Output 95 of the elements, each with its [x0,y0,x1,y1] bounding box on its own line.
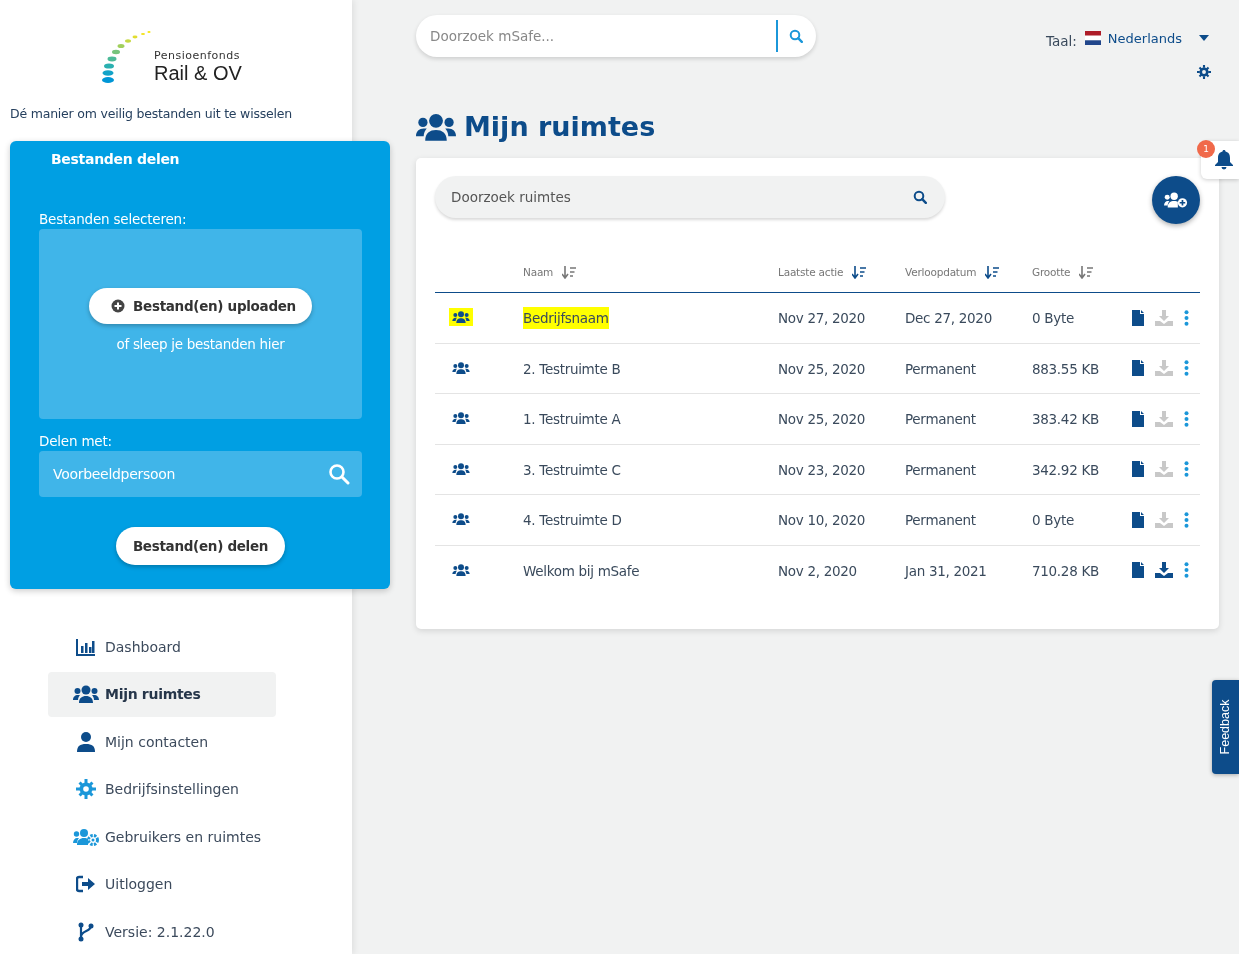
language-label: Taal: [1045,33,1077,49]
sort-down-icon[interactable] [985,265,1000,279]
column-header[interactable]: Laatste actie [778,266,844,278]
table-cell-text: 0 Byte [1032,309,1074,329]
table-cell-text: Nov 23, 2020 [778,460,866,480]
file-icon[interactable] [1132,461,1144,478]
space-name-link[interactable]: 3. Testruimte C [523,458,621,481]
sort-alpha-icon[interactable] [562,265,577,279]
bar-chart-icon [76,637,96,656]
notification-badge: 1 [1197,140,1215,158]
table-cell-text: Nov 10, 2020 [778,511,866,531]
file-icon[interactable] [1132,309,1144,326]
table-cell-text: 383.42 KB [1032,410,1099,430]
users-icon [452,361,470,374]
users-plus-icon [1164,191,1188,209]
nav-item[interactable]: Versie: 2.1.22.0 [48,909,276,954]
search-icon [328,463,350,485]
tagline: Dé manier om veilig bestanden uit te wisselen [10,106,293,121]
table-cell-text: 710.28 KB [1032,561,1099,581]
user-icon [77,731,95,752]
page-title: Mijn ruimtes [464,111,656,142]
table-cell-text: Jan 31, 2021 [905,561,987,581]
table-cell-text: Dec 27, 2020 [905,309,992,329]
file-icon[interactable] [1132,410,1144,427]
table-cell-text: Permanent [905,410,976,430]
upload-button[interactable]: Bestand(en) uploaden [89,288,312,324]
logo-icon [100,28,152,86]
column-header[interactable]: Grootte [1032,266,1071,278]
users-icon [452,462,470,475]
file-icon[interactable] [1132,562,1144,579]
more-icon[interactable] [1184,309,1189,326]
share-with-field[interactable]: Voorbeeldpersoon [39,451,362,497]
caret-icon [1199,35,1209,41]
more-icon[interactable] [1184,562,1189,579]
table-cell-text: Nov 25, 2020 [778,359,866,379]
more-icon[interactable] [1184,360,1189,377]
nav-item[interactable]: Uitloggen [48,862,276,907]
users-icon [452,513,470,526]
language-dropdown[interactable]: Nederlands [1084,30,1209,46]
drop-hint: of sleep je bestanden hier [116,336,285,352]
table-cell-text: Nov 2, 2020 [778,561,857,581]
panel-title: Bestanden delen [51,151,181,167]
settings-icon[interactable] [1197,65,1211,79]
table-cell-text: Nov 25, 2020 [778,410,866,430]
feedback-tab[interactable]: Feedback [1212,680,1239,774]
sort-up-icon[interactable] [852,265,867,279]
space-name-link[interactable]: 4. Testruimte D [523,509,622,532]
users-gear-icon [73,827,99,846]
users-icon [416,112,456,141]
search-icon [789,29,803,43]
table-cell-text: 0 Byte [1032,511,1074,531]
plus-circle-icon [111,299,126,313]
share-button[interactable]: Bestand(en) delen [115,527,286,565]
column-header[interactable]: Naam [523,266,554,278]
drop-zone[interactable]: Bestand(en) uploaden of sleep je bestanden hier [39,229,362,419]
table-cell-text: Permanent [905,511,976,531]
download-icon[interactable] [1155,562,1173,579]
file-icon[interactable] [1132,511,1144,528]
nav-item[interactable]: Mijn contacten [48,719,276,764]
add-space-button[interactable] [1152,176,1200,224]
nav-item[interactable]: Mijn ruimtes [48,672,276,717]
users-icon [452,563,470,576]
space-name-link[interactable]: 2. Testruimte B [523,357,621,380]
space-name-link[interactable]: Bedrijfsnaam [523,307,609,330]
bell-icon [1215,150,1233,170]
branch-icon [78,921,94,942]
share-with-label: Delen met: [39,433,113,449]
logout-icon [76,875,96,894]
search-icon [913,190,927,204]
gear-icon [76,779,96,800]
table-cell-text: Permanent [905,359,976,379]
more-icon[interactable] [1184,410,1189,427]
users-icon [73,685,99,704]
users-icon [452,311,470,324]
table-cell-text: 342.92 KB [1032,460,1099,480]
table-cell-text: Nov 27, 2020 [778,309,866,329]
logo-title: Rail & OV [154,62,242,84]
table-cell-text: 883.55 KB [1032,359,1099,379]
more-icon[interactable] [1184,461,1189,478]
space-name-link[interactable]: 1. Testruimte A [523,408,621,431]
file-icon[interactable] [1132,360,1144,377]
table-cell-text: Permanent [905,460,976,480]
nav-item[interactable]: Dashboard [48,624,276,669]
nav-item[interactable]: Bedrijfsinstellingen [48,767,276,812]
logo-subtitle: Pensioenfonds [154,49,242,62]
more-icon[interactable] [1184,511,1189,528]
select-label: Bestanden selecteren: [39,211,188,227]
spaces-search-field[interactable]: Doorzoek ruimtes [435,176,945,218]
column-header[interactable]: Verloopdatum [905,266,977,278]
flag-icon [1084,31,1101,45]
users-icon [452,412,470,425]
top-search-field[interactable]: Doorzoek mSafe... [416,15,816,57]
space-name-link[interactable]: Welkom bij mSafe [523,559,640,582]
sort-numeric-icon[interactable] [1079,265,1094,279]
nav-item[interactable]: Gebruikers en ruimtes [48,814,276,859]
